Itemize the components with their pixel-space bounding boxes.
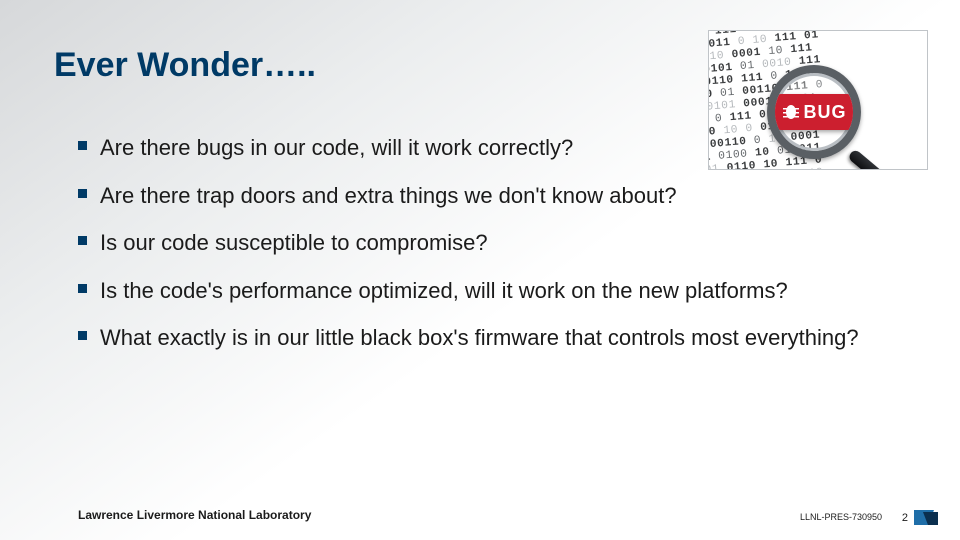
footer-reference: LLNL-PRES-730950 xyxy=(800,512,882,522)
llnl-logo-icon xyxy=(914,510,938,528)
slide-title: Ever Wonder….. xyxy=(54,46,316,85)
list-item: Are there trap doors and extra things we… xyxy=(78,182,900,210)
footer-page-number: 2 xyxy=(902,512,908,524)
bullet-list: Are there bugs in our code, will it work… xyxy=(78,134,900,372)
list-item: What exactly is in our little black box'… xyxy=(78,324,900,352)
footer-organization: Lawrence Livermore National Laboratory xyxy=(78,508,311,522)
bug-icon xyxy=(782,103,800,121)
bug-badge-text: BUG xyxy=(804,102,847,123)
list-item: Is the code's performance optimized, wil… xyxy=(78,277,900,305)
list-item: Is our code susceptible to compromise? xyxy=(78,229,900,257)
magnifying-glass-lens: BUG xyxy=(767,65,861,159)
bug-badge: BUG xyxy=(775,94,853,130)
